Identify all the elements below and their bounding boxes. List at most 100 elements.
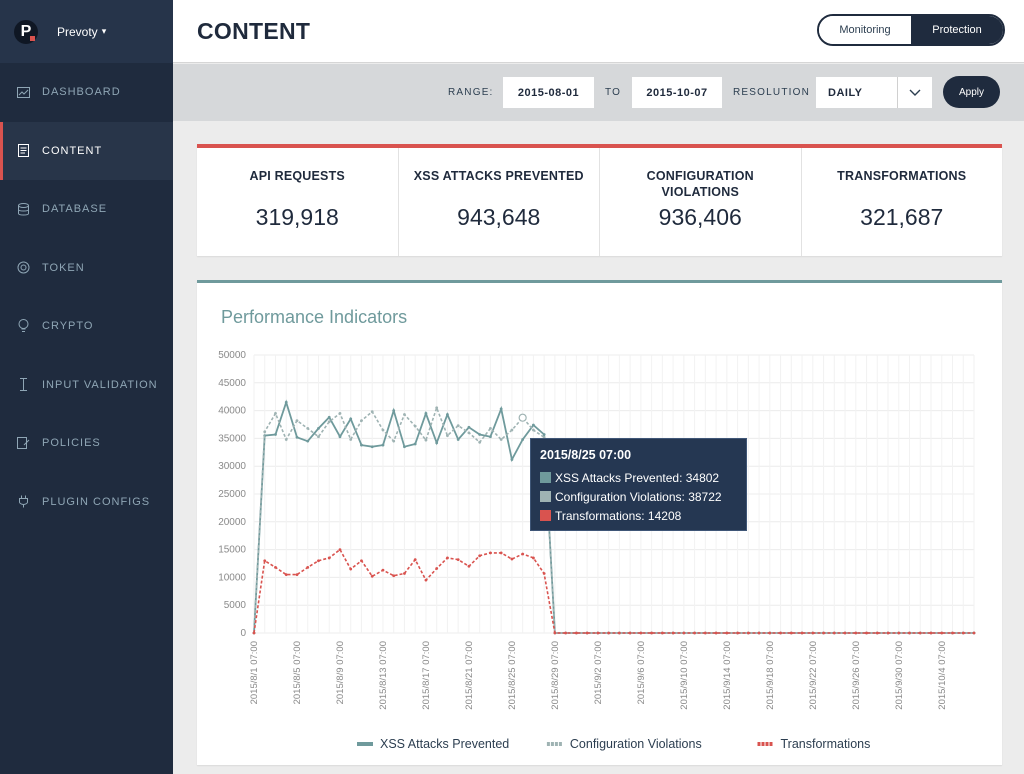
- data-point: [317, 559, 320, 563]
- legend-label: Configuration Violations: [570, 737, 702, 751]
- y-tick-label: 15000: [218, 545, 246, 556]
- sidebar-item-label: PLUGIN CONFIGS: [42, 495, 151, 508]
- sidebar-item-dashboard[interactable]: DASHBOARD: [0, 63, 173, 122]
- data-point: [252, 631, 256, 635]
- monitoring-toggle-option[interactable]: Monitoring: [819, 16, 911, 44]
- data-point: [413, 442, 417, 446]
- sidebar-item-database[interactable]: DATABASE: [0, 180, 173, 239]
- prevoty-logo[interactable]: P: [14, 19, 38, 44]
- data-point: [478, 433, 482, 436]
- protection-toggle-option[interactable]: Protection: [911, 16, 1003, 44]
- data-point: [779, 631, 782, 635]
- input-icon: [16, 378, 30, 392]
- data-point: [327, 556, 331, 560]
- to-label: TO: [605, 87, 622, 98]
- data-point: [693, 631, 696, 635]
- document-icon: [16, 144, 30, 158]
- data-point: [295, 435, 299, 439]
- y-tick-label: 40000: [218, 406, 246, 417]
- sidebar-item-crypto[interactable]: CRYPTO: [0, 297, 173, 356]
- data-point: [274, 565, 277, 569]
- data-point: [510, 557, 514, 561]
- x-tick-label: 2015/8/1 07:00: [249, 641, 260, 704]
- data-point: [897, 631, 901, 635]
- data-point: [757, 631, 761, 635]
- data-point: [317, 435, 320, 439]
- resolution-label: RESOLUTION: [733, 87, 811, 98]
- kpi-transformations: TRANSFORMATIONS 321,687: [802, 148, 1003, 256]
- data-point: [628, 631, 632, 635]
- x-tick-label: 2015/8/21 07:00: [464, 641, 475, 710]
- data-point: [972, 631, 976, 635]
- sidebar-item-policies[interactable]: POLICIES: [0, 414, 173, 473]
- data-point: [446, 556, 449, 560]
- data-point: [854, 631, 858, 635]
- data-point: [617, 631, 621, 635]
- data-point: [510, 458, 514, 461]
- data-point: [284, 438, 288, 441]
- from-date-field[interactable]: 2015-08-01: [503, 77, 594, 108]
- data-point: [886, 631, 890, 635]
- sidebar-item-label: POLICIES: [42, 437, 101, 450]
- data-point: [403, 445, 406, 449]
- legend-label: XSS Attacks Prevented: [380, 737, 509, 751]
- sidebar-nav: DASHBOARD CONTENT DATABASE TOKEN CRYPTO INPUT…: [0, 63, 173, 531]
- x-tick-label: 2015/9/30 07:00: [894, 641, 905, 710]
- sidebar-item-content[interactable]: CONTENT: [0, 121, 173, 180]
- sidebar-item-label: DATABASE: [42, 203, 108, 216]
- chart-icon: [16, 85, 30, 99]
- sidebar-item-token[interactable]: TOKEN: [0, 239, 173, 298]
- data-point: [349, 438, 353, 441]
- sidebar-item-input-validation[interactable]: INPUT VALIDATION: [0, 356, 173, 415]
- data-point: [338, 435, 342, 439]
- data-point: [392, 409, 396, 412]
- data-point: [467, 431, 471, 435]
- data-point: [682, 631, 686, 635]
- kpi-label: API REQUESTS: [249, 169, 345, 183]
- data-point: [510, 428, 514, 432]
- y-tick-label: 0: [240, 628, 246, 639]
- data-point: [585, 631, 589, 635]
- data-point: [360, 443, 363, 447]
- mode-toggle: Monitoring Protection: [817, 14, 1005, 46]
- data-point: [499, 407, 503, 411]
- data-point: [607, 631, 611, 635]
- x-tick-label: 2015/9/6 07:00: [636, 641, 647, 704]
- data-point: [478, 440, 482, 444]
- data-point: [714, 631, 718, 635]
- resolution-select[interactable]: DAILY: [816, 77, 932, 108]
- policy-icon: [16, 436, 30, 450]
- sidebar-item-plugin-configs[interactable]: PLUGIN CONFIGS: [0, 473, 173, 532]
- data-point: [370, 445, 374, 449]
- data-point: [263, 559, 267, 563]
- data-point: [381, 568, 385, 572]
- data-point: [725, 631, 729, 635]
- data-point: [542, 433, 546, 436]
- chevron-down-icon[interactable]: [897, 77, 932, 108]
- x-tick-label: 2015/9/10 07:00: [679, 641, 690, 710]
- sidebar-item-label: TOKEN: [42, 261, 85, 274]
- brand-header: P Prevoty ▾: [0, 0, 173, 63]
- data-point: [306, 565, 310, 569]
- data-point: [467, 564, 471, 568]
- data-point: [574, 631, 578, 635]
- y-tick-label: 35000: [218, 433, 246, 444]
- x-tick-label: 2015/9/2 07:00: [593, 641, 604, 704]
- data-point: [413, 558, 417, 562]
- data-point: [908, 631, 911, 635]
- data-point: [456, 558, 460, 562]
- kpi-label: XSS ATTACKS PREVENTED: [413, 169, 584, 183]
- data-point: [542, 572, 546, 575]
- x-tick-label: 2015/8/17 07:00: [421, 641, 432, 710]
- kpi-config-violations: CONFIGURATION VIOLATIONS 936,406: [600, 148, 802, 256]
- data-point: [284, 573, 288, 577]
- y-tick-label: 30000: [218, 461, 246, 472]
- data-point: [338, 411, 342, 415]
- data-point: [446, 434, 449, 438]
- to-date-field[interactable]: 2015-10-07: [632, 77, 722, 108]
- account-switcher[interactable]: Prevoty: [57, 25, 98, 39]
- apply-button[interactable]: Apply: [943, 76, 1000, 108]
- kpi-value: 943,648: [457, 204, 541, 230]
- data-point: [951, 631, 954, 635]
- chevron-down-icon[interactable]: ▾: [102, 26, 107, 37]
